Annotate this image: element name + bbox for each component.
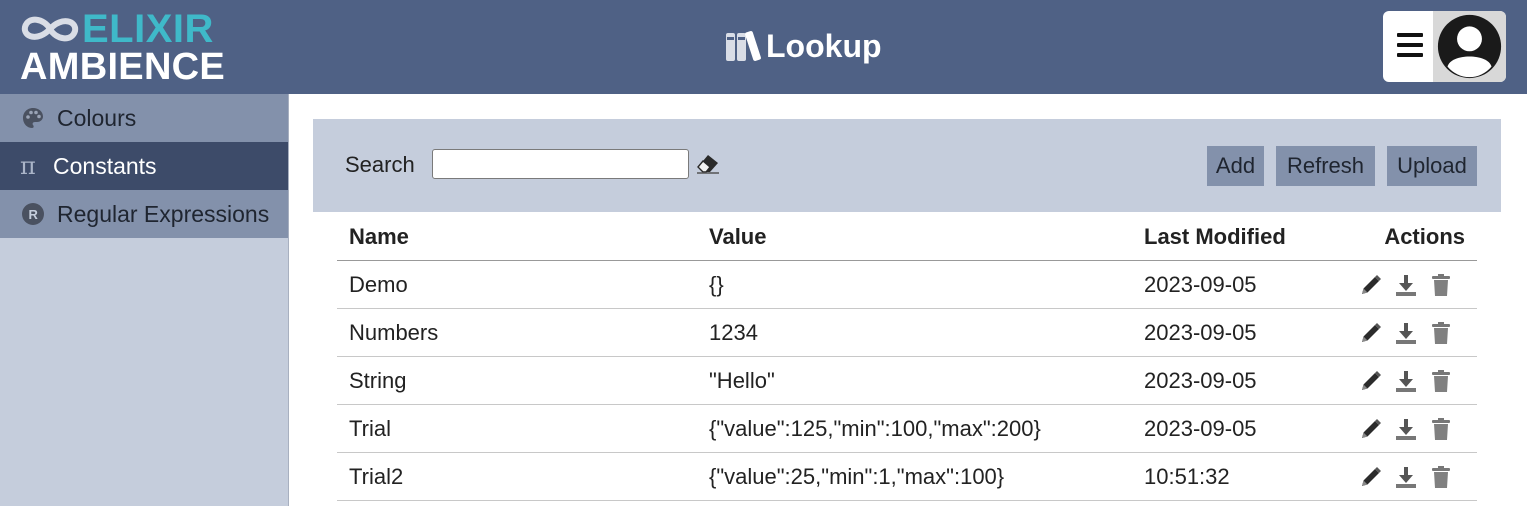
hamburger-icon[interactable] [1397,33,1423,59]
cell-value: {"value":125,"min":100,"max":200} [709,416,1041,441]
download-icon[interactable] [1393,416,1419,442]
table-body: Demo{} 2023-09-05 Numbers 1234 2023-09-05 Str… [337,261,1477,501]
download-icon[interactable] [1393,320,1419,346]
trash-icon[interactable] [1428,320,1454,346]
sidebar-item-colours[interactable]: Colours [0,94,288,142]
cell-last-modified: 2023-09-05 [1144,272,1257,297]
sidebar-item-label: Colours [57,104,137,131]
trash-icon[interactable] [1428,416,1454,442]
cell-name: Numbers [349,320,439,345]
cell-value: 1234 [709,320,758,345]
table-row[interactable]: Trial {"value":125,"min":100,"max":200} 20… [337,405,1477,453]
edit-pencil-icon[interactable] [1358,320,1384,346]
search-input[interactable] [432,149,689,179]
svg-text:π: π [20,154,36,178]
books-icon [726,31,761,61]
regex-r-icon: R [19,200,47,228]
edit-pencil-icon[interactable] [1358,368,1384,394]
edit-pencil-icon[interactable] [1358,272,1384,298]
sidebar-item-label: Constants [53,152,157,179]
row-actions [1358,416,1463,442]
edit-pencil-icon[interactable] [1358,464,1384,490]
logo-ambience-text: AMBIENCE [20,46,226,88]
sidebar-item-label: Regular Expressions [57,200,270,227]
cell-last-modified: 2023-09-05 [1144,416,1257,441]
page-title-text: Lookup [766,28,882,64]
row-actions [1358,272,1463,298]
svg-text:R: R [29,207,39,222]
eraser-icon[interactable] [695,151,721,175]
column-header-last-modified[interactable]: Last Modified [1144,213,1286,260]
row-actions [1358,320,1463,346]
refresh-button[interactable]: Refresh [1276,146,1375,186]
user-avatar-icon[interactable] [1435,13,1504,80]
search-label: Search [345,152,415,177]
table-row[interactable]: Numbers 1234 2023-09-05 [337,309,1477,357]
infinity-logo-icon [21,16,79,42]
cell-value: {} [709,272,724,297]
cell-last-modified: 2023-09-05 [1144,320,1257,345]
logo-top-row: ELIXIR [20,7,214,51]
toolbar: Search Add Refresh Upload [313,119,1501,212]
sidebar-item-regular-expressions[interactable]: R Regular Expressions [0,190,288,238]
cell-name: Trial [349,416,391,441]
upload-button[interactable]: Upload [1387,146,1477,186]
trash-icon[interactable] [1428,464,1454,490]
elixir-ambience-logo[interactable]: ELIXIR AMBIENCE [20,7,230,88]
page-title: Lookup [724,26,882,66]
palette-icon [19,104,47,132]
column-header-name[interactable]: Name [349,213,409,260]
table-header: Name Value Last Modified Actions [337,213,1477,261]
table-row[interactable]: String "Hello" 2023-09-05 [337,357,1477,405]
row-actions [1358,368,1463,394]
logo-elixir-text: ELIXIR [82,7,214,51]
app-header: ELIXIR AMBIENCE Lookup [0,0,1527,94]
pi-icon: π [17,152,45,180]
sidebar: Colours π Constants R Regular Expression… [0,94,289,506]
cell-name: String [349,368,407,393]
add-button[interactable]: Add [1207,146,1264,186]
download-icon[interactable] [1393,464,1419,490]
column-header-value[interactable]: Value [709,213,766,260]
sidebar-item-constants[interactable]: π Constants [0,142,288,190]
row-actions [1358,464,1463,490]
trash-icon[interactable] [1428,272,1454,298]
trash-icon[interactable] [1428,368,1454,394]
table-row[interactable]: Trial2 {"value":25,"min":1,"max":100} 10:5… [337,453,1477,501]
edit-pencil-icon[interactable] [1358,416,1384,442]
cell-name: Demo [349,272,408,297]
cell-value: "Hello" [709,368,775,393]
cell-last-modified: 2023-09-05 [1144,368,1257,393]
table-row[interactable]: Demo {} 2023-09-05 [337,261,1477,309]
download-icon[interactable] [1393,368,1419,394]
user-menu [1383,11,1506,82]
cell-last-modified: 10:51:32 [1144,464,1230,489]
cell-name: Trial2 [349,464,404,489]
column-header-actions: Actions [1384,224,1465,249]
download-icon[interactable] [1393,272,1419,298]
constants-table: Name Value Last Modified Actions Demo {} 2… [337,213,1477,501]
cell-value: {"value":25,"min":1,"max":100} [709,464,1005,489]
